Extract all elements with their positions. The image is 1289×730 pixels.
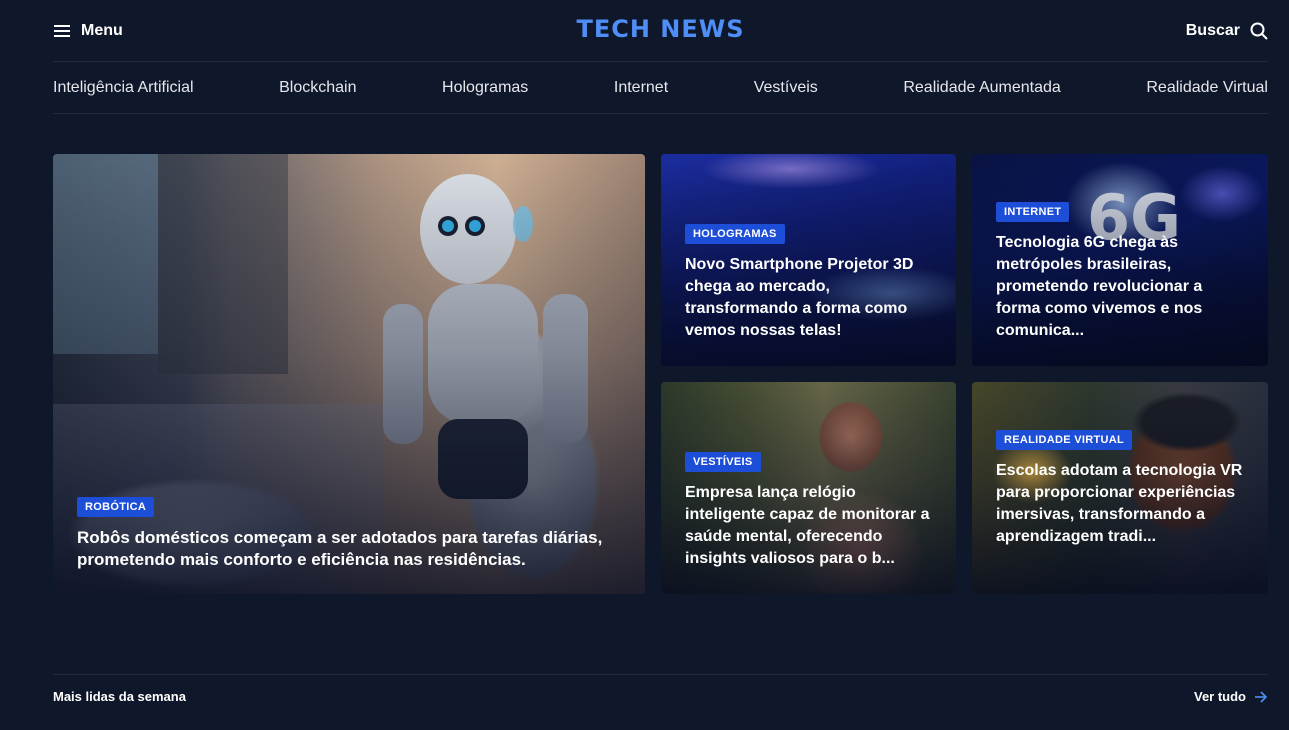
featured-article-title[interactable]: Robôs domésticos começam a ser adotados …	[77, 527, 621, 571]
article-title[interactable]: Escolas adotam a tecnologia VR para prop…	[996, 460, 1244, 548]
nav-item-inteligencia-artificial[interactable]: Inteligência Artificial	[53, 79, 194, 97]
category-badge[interactable]: VESTÍVEIS	[685, 452, 761, 472]
nav-item-hologramas[interactable]: Hologramas	[442, 79, 528, 97]
site-header: Menu TECH NEWS Buscar	[53, 0, 1268, 62]
search-button[interactable]: Buscar	[1186, 22, 1268, 40]
see-all-link[interactable]: Ver tudo	[1194, 689, 1268, 704]
article-title[interactable]: Tecnologia 6G chega às metrópoles brasil…	[996, 232, 1244, 342]
article-card-internet[interactable]: 6G INTERNET Tecnologia 6G chega às metró…	[972, 154, 1268, 366]
category-badge[interactable]: REALIDADE VIRTUAL	[996, 430, 1132, 450]
section-title: Mais lidas da semana	[53, 689, 186, 704]
see-all-label: Ver tudo	[1193, 689, 1246, 704]
arrow-right-icon	[1255, 690, 1268, 703]
nav-item-realidade-virtual[interactable]: Realidade Virtual	[1146, 79, 1268, 97]
category-badge[interactable]: INTERNET	[996, 202, 1070, 222]
nav-item-internet[interactable]: Internet	[614, 79, 668, 97]
search-label: Buscar	[1185, 21, 1240, 39]
nav-item-realidade-aumentada[interactable]: Realidade Aumentada	[903, 79, 1060, 97]
article-title[interactable]: Novo Smartphone Projetor 3D chega ao mer…	[685, 254, 932, 342]
article-card-realidade-virtual[interactable]: REALIDADE VIRTUAL Escolas adotam a tecno…	[972, 382, 1268, 594]
nav-item-blockchain[interactable]: Blockchain	[279, 79, 356, 97]
article-card-vestiveis[interactable]: VESTÍVEIS Empresa lança relógio intelige…	[661, 382, 956, 594]
site-logo[interactable]: TECH NEWS	[576, 15, 744, 43]
featured-article-card[interactable]: ROBÓTICA Robôs domésticos começam a ser …	[53, 154, 645, 594]
menu-label: Menu	[81, 21, 123, 39]
article-card-hologramas[interactable]: HOLOGRAMAS Novo Smartphone Projetor 3D c…	[661, 154, 956, 366]
search-icon	[1250, 22, 1268, 40]
category-badge[interactable]: ROBÓTICA	[77, 497, 155, 517]
category-nav: Inteligência Artificial Blockchain Holog…	[53, 62, 1268, 114]
hamburger-icon	[54, 24, 70, 37]
menu-button[interactable]: Menu	[53, 22, 123, 40]
category-badge[interactable]: HOLOGRAMAS	[685, 224, 785, 244]
nav-item-vestiveis[interactable]: Vestíveis	[754, 79, 818, 97]
featured-article-content: ROBÓTICA Robôs domésticos começam a ser …	[77, 497, 621, 571]
article-title[interactable]: Empresa lança relógio inteligente capaz …	[685, 482, 932, 570]
most-read-section-header: Mais lidas da semana Ver tudo	[53, 674, 1268, 718]
